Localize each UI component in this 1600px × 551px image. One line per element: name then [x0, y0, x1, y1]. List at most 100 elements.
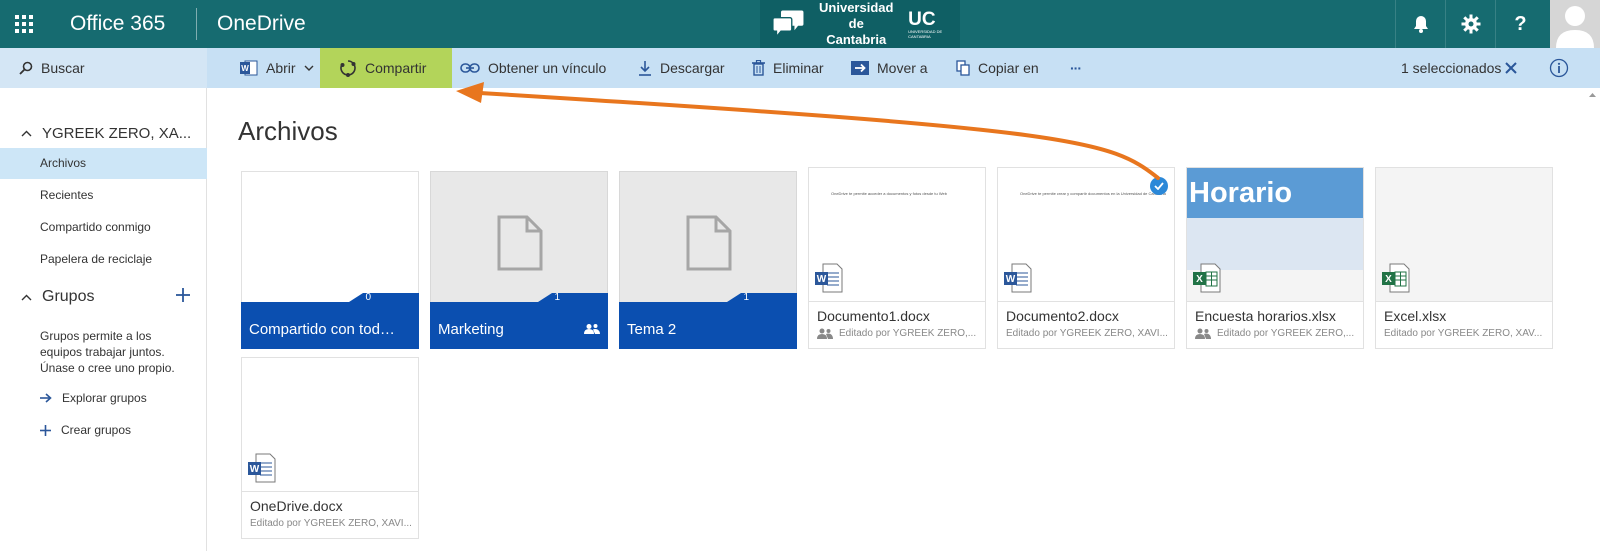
file-meta: Editado por YGREEK ZERO, XAVI...	[1006, 328, 1171, 339]
create-groups-link[interactable]: Crear grupos	[40, 420, 131, 440]
file-edited-by: Editado por YGREEK ZERO, XAVI...	[1006, 328, 1168, 339]
file-name: Documento1.docx	[817, 308, 930, 324]
file-tile[interactable]: OneDrive te permite acceder a documentos…	[808, 167, 986, 349]
folder-tile[interactable]: 0 Compartido con todos ...	[241, 171, 419, 349]
university-logo: Universidad de Cantabria UC UNIVERSIDAD …	[760, 0, 960, 48]
chat-bubbles-icon	[772, 10, 804, 39]
folder-name: Tema 2	[627, 321, 677, 338]
delete-button[interactable]: Eliminar	[752, 48, 824, 88]
delete-label: Eliminar	[773, 60, 824, 76]
uc-mark: UC UNIVERSIDAD DE CANTABRIA	[908, 10, 960, 39]
uc-mark-caption: UNIVERSIDAD DE CANTABRIA	[908, 28, 943, 39]
user-name: YGREEK ZERO, XA...	[42, 124, 192, 142]
more-commands-button[interactable]: ···	[1070, 48, 1082, 88]
file-edited-by: Editado por YGREEK ZERO, XAVI...	[250, 518, 412, 529]
word-file-icon: W	[1004, 263, 1032, 293]
get-link-label: Obtener un vínculo	[488, 60, 607, 76]
svg-text:W: W	[817, 274, 827, 285]
folder-item-count: 1	[743, 292, 749, 303]
settings-button[interactable]	[1445, 0, 1495, 48]
get-link-button[interactable]: Obtener un vínculo	[460, 48, 606, 88]
university-name: Universidad de Cantabria	[814, 0, 898, 48]
download-label: Descargar	[660, 60, 725, 76]
search-icon	[19, 61, 33, 75]
file-edited-by: Editado por YGREEK ZERO,...	[839, 328, 977, 339]
university-name-line2: Cantabria	[826, 32, 887, 47]
app-launcher-button[interactable]	[0, 0, 48, 48]
nav-item-papelera[interactable]: Papelera de reciclaje	[0, 244, 207, 275]
share-label: Compartir	[365, 60, 427, 76]
chevron-up-icon	[21, 130, 32, 136]
move-to-button[interactable]: Mover a	[851, 48, 928, 88]
move-to-label: Mover a	[877, 60, 928, 76]
copy-to-button[interactable]: Copiar en	[956, 48, 1039, 88]
file-meta: Editado por YGREEK ZERO,...	[817, 328, 982, 339]
explore-groups-link[interactable]: Explorar grupos	[40, 388, 147, 408]
svg-text:W: W	[241, 64, 249, 73]
help-button[interactable]: ?	[1495, 0, 1545, 48]
file-tile[interactable]: W OneDrive.docx Editado por YGREEK ZERO,…	[241, 357, 419, 539]
app-name[interactable]: OneDrive	[217, 0, 306, 48]
folder-item-count: 1	[554, 292, 560, 303]
plus-icon	[40, 424, 51, 436]
svg-text:W: W	[1006, 274, 1016, 285]
vertical-scrollbar[interactable]	[1585, 88, 1600, 551]
download-button[interactable]: Descargar	[638, 48, 725, 88]
document-preview: OneDrive te permite crear y compartir do…	[998, 168, 1174, 302]
nav-item-archivos[interactable]: Archivos	[0, 148, 207, 179]
office-365-brand[interactable]: Office 365	[70, 0, 165, 48]
waffle-icon	[15, 15, 33, 33]
nav-item-compartido-conmigo[interactable]: Compartido conmigo	[0, 212, 207, 243]
notifications-button[interactable]	[1395, 0, 1445, 48]
folder-preview	[241, 171, 419, 302]
folder-tile[interactable]: 1 Marketing	[430, 171, 608, 349]
file-name: Excel.xlsx	[1384, 308, 1447, 324]
word-icon: W	[240, 60, 258, 76]
info-icon	[1549, 58, 1569, 78]
arrow-right-icon	[40, 393, 52, 403]
selected-checkmark[interactable]	[1150, 177, 1168, 195]
university-name-line1: Universidad de	[819, 0, 894, 31]
document-preview-text: OneDrive te permite acceder a documentos…	[831, 191, 947, 196]
share-button[interactable]: Compartir	[320, 48, 452, 88]
clear-selection-button[interactable]	[1505, 48, 1517, 88]
page-title: Archivos	[238, 116, 338, 146]
search-box[interactable]: Buscar	[0, 48, 207, 88]
gear-icon	[1461, 14, 1480, 34]
suite-bar: Office 365 OneDrive Universidad de Canta…	[0, 0, 1600, 48]
shared-people-icon	[584, 324, 600, 334]
close-icon	[1505, 62, 1517, 74]
spreadsheet-preview: X	[1376, 168, 1552, 302]
file-tile[interactable]: X Excel.xlsx Editado por YGREEK ZERO, XA…	[1375, 167, 1553, 349]
person-silhouette-icon	[1556, 6, 1594, 48]
groups-description: Grupos permite a los equipos trabajar ju…	[40, 329, 175, 375]
folder-tile[interactable]: 1 Tema 2	[619, 171, 797, 349]
chevron-up-icon	[21, 294, 32, 300]
left-navigation: YGREEK ZERO, XA... Archivos Recientes Co…	[0, 88, 207, 551]
details-pane-button[interactable]	[1549, 48, 1569, 88]
add-group-plus-icon[interactable]	[176, 288, 190, 302]
folder-item-count: 0	[365, 292, 371, 303]
copy-to-label: Copiar en	[978, 60, 1039, 76]
file-tile-selected[interactable]: OneDrive te permite crear y compartir do…	[997, 167, 1175, 349]
scroll-up-arrow-icon	[1589, 93, 1596, 97]
word-file-icon: W	[815, 263, 843, 293]
download-icon	[639, 61, 651, 76]
word-file-icon: W	[248, 453, 276, 483]
check-icon	[1154, 182, 1164, 190]
document-preview: OneDrive te permite acceder a documentos…	[809, 168, 985, 302]
share-icon	[340, 60, 356, 77]
user-section-header[interactable]: YGREEK ZERO, XA...	[0, 123, 191, 143]
nav-item-recientes[interactable]: Recientes	[0, 180, 207, 211]
brand-divider	[196, 8, 197, 40]
folder-preview	[430, 171, 608, 302]
excel-file-icon: X	[1193, 263, 1221, 293]
selected-count: 1 seleccionados	[1401, 60, 1502, 76]
svg-text:X: X	[1385, 274, 1392, 285]
user-avatar[interactable]	[1550, 0, 1600, 48]
file-name: Documento2.docx	[1006, 308, 1119, 324]
file-name: OneDrive.docx	[250, 498, 343, 514]
file-name: Encuesta horarios.xlsx	[1195, 308, 1336, 324]
open-button[interactable]: W Abrir	[240, 48, 314, 88]
file-tile[interactable]: Horario X Encuesta horarios.xlsx Editado…	[1186, 167, 1364, 349]
